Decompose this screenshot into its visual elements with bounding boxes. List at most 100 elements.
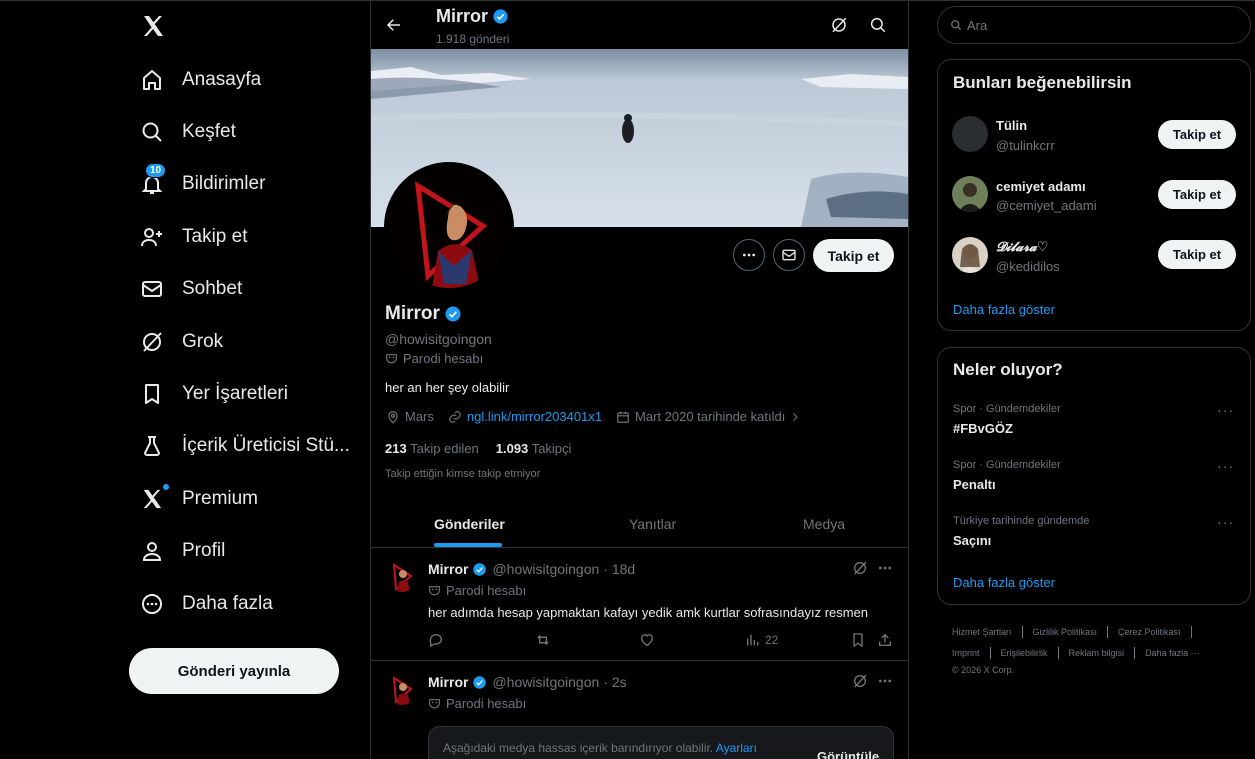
settings-link[interactable]: Ayarları [716, 741, 757, 755]
followers-link[interactable]: 1.093 Takipçi [496, 441, 572, 456]
nav-label: Anasayfa [182, 69, 262, 90]
footer-link[interactable]: Gizlilik Politikası [1033, 627, 1098, 637]
tweet-text: her adımda hesap yapmaktan kafayı yedik … [428, 605, 869, 620]
nav-notifications[interactable]: 10 Bildirimler [139, 163, 265, 204]
follow-button[interactable]: Takip et [1158, 120, 1236, 149]
calendar-icon [616, 410, 630, 424]
suggestion-name[interactable]: cemiyet adamı [996, 179, 1086, 194]
add-person-icon [139, 224, 165, 250]
suggestion-handle[interactable]: @cemiyet_adami [996, 198, 1097, 213]
follow-counts: 213 Takip edilen 1.093 Takipçi [385, 441, 571, 456]
more-options-button[interactable] [733, 239, 765, 271]
parody-label: Parodi hesabı [446, 696, 527, 711]
like-icon[interactable] [639, 632, 655, 648]
tweet-time[interactable]: · 18d [603, 561, 635, 577]
nav-grok[interactable]: Grok [139, 322, 223, 362]
trend-name[interactable]: Penaltı [953, 477, 996, 492]
views-button[interactable]: 22 [745, 632, 778, 648]
suggestions-show-more[interactable]: Daha fazla göster [953, 302, 1055, 317]
search-input[interactable]: Ara [937, 6, 1251, 44]
tab-media[interactable]: Medya [803, 516, 845, 532]
profile-handle: @howisitgoingon [385, 331, 492, 347]
grok-icon[interactable] [830, 16, 848, 34]
joined-text: Mart 2020 tarihinde katıldı [635, 409, 786, 424]
tab-replies[interactable]: Yanıtlar [629, 516, 676, 532]
nav-creator-studio[interactable]: İçerik Üreticisi Stü... [139, 426, 350, 466]
nav-more[interactable]: Daha fazla [139, 584, 273, 624]
trend-name[interactable]: #FBvGÖZ [953, 421, 1013, 436]
follow-button[interactable]: Takip et [1158, 240, 1236, 269]
footer-link[interactable]: Reklam bilgisi [1069, 648, 1125, 658]
more-dots-icon[interactable]: ··· [1217, 514, 1234, 530]
mask-icon [428, 697, 441, 710]
profile-avatar[interactable] [384, 162, 514, 292]
post-button[interactable]: Gönderi yayınla [129, 648, 339, 694]
more-dots-icon[interactable] [877, 673, 893, 689]
trend-name[interactable]: Saçını [953, 533, 991, 548]
message-button[interactable] [773, 239, 805, 271]
follow-button[interactable]: Takip et [1158, 180, 1236, 209]
follow-button[interactable]: Takip et [813, 239, 894, 272]
back-arrow-icon[interactable] [385, 16, 403, 34]
x-logo-icon[interactable] [141, 14, 165, 38]
tweet-author[interactable]: Mirror [428, 674, 468, 690]
profile-bio: her an her şey olabilir [385, 380, 510, 395]
following-link[interactable]: 213 Takip edilen [385, 441, 479, 456]
more-dots-icon[interactable]: ··· [1217, 402, 1234, 418]
suggestion-name[interactable]: Tülin [996, 118, 1027, 133]
tweet-handle[interactable]: @howisitgoingon [492, 674, 599, 690]
views-icon [745, 632, 761, 648]
avatar[interactable] [952, 176, 988, 212]
repost-icon[interactable] [534, 632, 552, 648]
grok-icon[interactable] [852, 560, 868, 576]
nav-bookmarks[interactable]: Yer İşaretleri [139, 374, 288, 414]
avatar[interactable] [952, 237, 988, 273]
nav-chat[interactable]: Sohbet [139, 269, 242, 309]
tab-posts[interactable]: Gönderiler [434, 516, 505, 532]
profile-meta-row: Mars ngl.link/mirror203401x1 Mart 2020 t… [386, 409, 801, 424]
footer-link[interactable]: Imprint [952, 648, 980, 658]
tweet-author[interactable]: Mirror [428, 561, 468, 577]
tweet-handle[interactable]: @howisitgoingon [492, 561, 599, 577]
footer-link[interactable]: Çerez Politikası [1118, 627, 1181, 637]
nav-label: İçerik Üreticisi Stü... [182, 435, 350, 456]
nav-follow[interactable]: Takip et [139, 217, 247, 257]
grok-icon[interactable] [852, 673, 868, 689]
footer-link[interactable]: Hizmet Şartları [952, 627, 1012, 637]
footer-link[interactable]: Erişilebilirlik [1001, 648, 1048, 658]
bookmark-icon[interactable] [850, 632, 866, 648]
suggestion-handle[interactable]: @tulinkcrr [996, 138, 1055, 153]
verified-badge-icon [472, 675, 487, 690]
trends-title: Neler oluyor? [953, 360, 1063, 379]
nav-label: Sohbet [182, 278, 243, 299]
profile-link[interactable]: ngl.link/mirror203401x1 [467, 409, 602, 424]
suggestion-handle[interactable]: @kedidilos [996, 259, 1060, 274]
nav-profile[interactable]: Profil [139, 531, 225, 571]
suggestions-panel: Bunları beğenebilirsin Tülin @tulinkcrr … [937, 59, 1251, 331]
grok-icon [139, 329, 165, 355]
search-icon[interactable] [869, 16, 887, 34]
footer-link[interactable]: Daha fazla ··· [1145, 648, 1200, 658]
tweet-avatar[interactable] [386, 673, 418, 705]
following-label: Takip edilen [410, 441, 479, 456]
more-circle-icon [139, 591, 165, 617]
trends-show-more[interactable]: Daha fazla göster [953, 575, 1055, 590]
reply-icon[interactable] [428, 632, 444, 648]
suggestion-name[interactable]: 𝓓𝓲𝓵𝓪𝓻𝓪♡ [996, 239, 1048, 255]
share-icon[interactable] [877, 632, 893, 648]
footer-row-1: Hizmet Şartları Gizlilik Politikası Çere… [952, 626, 1202, 638]
tweet-time[interactable]: · 2s [603, 674, 626, 690]
footer-row-2: Imprint Erişilebilirlik Reklam bilgisi D… [952, 647, 1200, 659]
copyright: © 2026 X Corp. [952, 665, 1015, 675]
nav-premium[interactable]: Premium [139, 479, 258, 519]
avatar[interactable] [952, 116, 988, 152]
location-text: Mars [405, 409, 434, 424]
view-media-button[interactable]: Görüntüle [817, 749, 879, 759]
nav-home[interactable]: Anasayfa [139, 60, 261, 100]
tweet-header: Mirror @howisitgoingon · 2s [428, 674, 627, 690]
more-dots-icon[interactable] [877, 560, 893, 576]
chevron-right-icon[interactable] [789, 411, 801, 423]
tweet-avatar[interactable] [386, 560, 418, 592]
more-dots-icon[interactable]: ··· [1217, 458, 1234, 474]
nav-explore[interactable]: Keşfet [139, 112, 236, 152]
